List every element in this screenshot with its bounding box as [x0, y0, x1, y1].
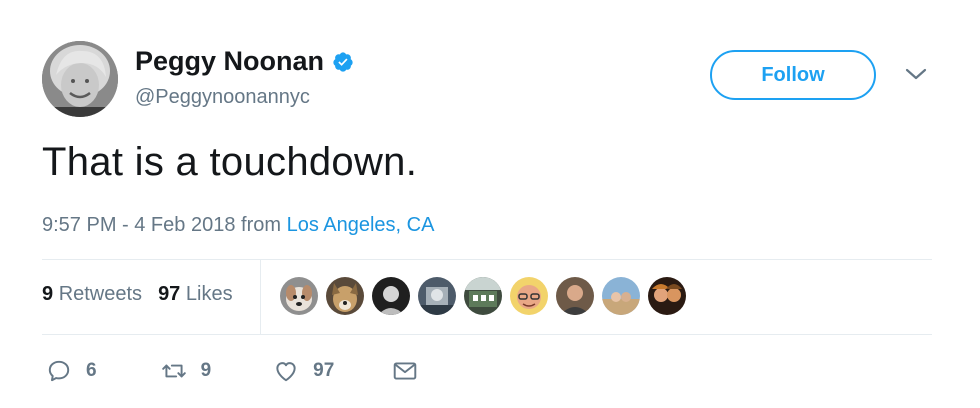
retweet-button[interactable]: 9	[161, 358, 212, 384]
likes-stat[interactable]: 97 Likes	[158, 283, 233, 306]
author-handle[interactable]: @Peggynoonannyc	[135, 86, 310, 109]
tweet-metadata: 9:57 PM - 4 Feb 2018 from Los Angeles, C…	[42, 214, 434, 237]
follow-button[interactable]: Follow	[710, 50, 876, 100]
author-name-row: Peggy Noonan	[135, 46, 354, 77]
like-button[interactable]: 97	[273, 358, 334, 384]
likes-count: 97	[158, 283, 181, 305]
tweet-action-bar: 6 9 97	[46, 358, 418, 384]
location-link[interactable]: Los Angeles, CA	[287, 214, 435, 236]
liker-avatar[interactable]	[418, 277, 456, 315]
direct-message-button[interactable]	[392, 358, 418, 384]
liker-avatar[interactable]	[372, 277, 410, 315]
likes-label: Likes	[185, 283, 233, 305]
liker-avatar[interactable]	[464, 277, 502, 315]
liker-avatar[interactable]	[648, 277, 686, 315]
liker-avatar[interactable]	[510, 277, 548, 315]
retweets-stat[interactable]: 9 Retweets	[42, 283, 142, 306]
reply-button[interactable]: 6	[46, 358, 97, 384]
like-count: 97	[313, 360, 335, 381]
divider-bottom	[42, 334, 932, 335]
envelope-icon	[394, 362, 417, 380]
divider-vertical	[260, 260, 261, 334]
tweet-timestamp[interactable]: 9:57 PM - 4 Feb 2018	[42, 214, 235, 236]
author-avatar[interactable]	[42, 41, 118, 117]
divider-top	[42, 259, 932, 260]
reply-icon	[48, 360, 70, 382]
liker-avatar[interactable]	[280, 277, 318, 315]
liker-avatar[interactable]	[556, 277, 594, 315]
tweet-stats: 9 Retweets 97 Likes	[42, 283, 233, 306]
verified-badge-icon	[333, 51, 353, 72]
chevron-down-icon[interactable]	[905, 66, 927, 82]
heart-icon	[276, 362, 296, 382]
author-display-name[interactable]: Peggy Noonan	[135, 46, 324, 77]
retweets-label: Retweets	[58, 283, 143, 305]
author-avatar-image	[42, 41, 118, 117]
likers-avatars	[280, 277, 686, 315]
reply-count: 6	[86, 360, 97, 381]
liker-avatar[interactable]	[602, 277, 640, 315]
from-label: from	[241, 214, 282, 236]
retweet-count: 9	[200, 360, 212, 381]
liker-avatar[interactable]	[326, 277, 364, 315]
retweets-count: 9	[42, 283, 54, 305]
retweet-icon	[161, 364, 186, 378]
tweet-text: That is a touchdown.	[42, 140, 418, 184]
